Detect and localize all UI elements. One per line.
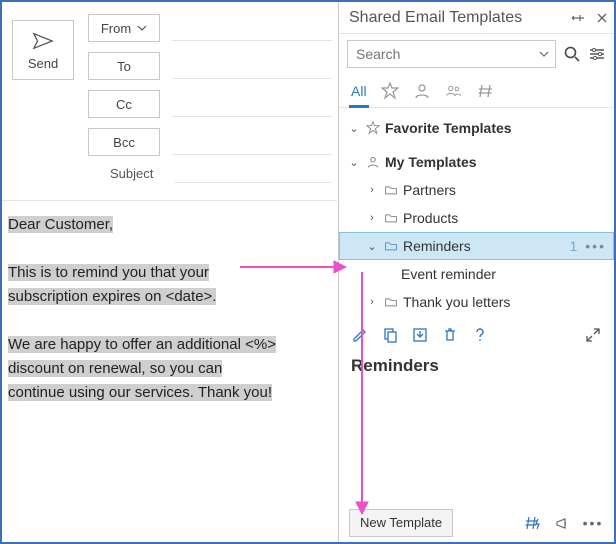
body-line: continue using our services. Thank you! <box>8 384 272 401</box>
star-icon <box>365 120 381 136</box>
subject-field-line <box>174 182 332 183</box>
to-button[interactable]: To <box>88 52 160 80</box>
detail-title: Reminders <box>339 350 614 378</box>
send-label: Send <box>28 56 58 71</box>
delete-icon[interactable] <box>439 324 461 346</box>
tab-all[interactable]: All <box>351 74 367 107</box>
panel-title: Shared Email Templates <box>339 9 566 27</box>
person-icon <box>365 154 381 170</box>
search-input[interactable] <box>354 45 539 63</box>
more-icon[interactable]: ••• <box>585 238 606 254</box>
send-button[interactable]: Send <box>12 20 74 80</box>
tree-label: Favorite Templates <box>385 120 606 136</box>
tree-thank-you[interactable]: › Thank you letters <box>339 288 614 316</box>
hash-bolt-icon[interactable] <box>522 512 544 534</box>
body-line: This is to remind you that your <box>8 264 209 281</box>
pin-icon[interactable] <box>566 6 590 30</box>
folder-icon <box>383 294 399 310</box>
tree-label: Partners <box>403 182 606 198</box>
body-line: Dear Customer, <box>8 216 113 233</box>
chevron-right-icon: › <box>365 212 379 224</box>
chevron-right-icon: › <box>365 184 379 196</box>
from-label: From <box>101 21 131 36</box>
compose-divider <box>2 200 337 201</box>
folder-icon <box>383 238 399 254</box>
folder-icon <box>383 182 399 198</box>
help-icon[interactable] <box>469 324 491 346</box>
more-icon[interactable]: ••• <box>582 512 604 534</box>
annotation-arrow-icon <box>352 270 372 516</box>
tree-label: Products <box>403 210 606 226</box>
tree-count: 1 <box>569 238 577 254</box>
tree-my-templates[interactable]: ⌄ My Templates <box>339 148 614 176</box>
chevron-down-icon <box>137 21 147 36</box>
chevron-down-icon: ⌄ <box>365 240 379 253</box>
to-field-line <box>172 78 332 79</box>
templates-panel: Shared Email Templates All <box>338 2 614 542</box>
tree-partners[interactable]: › Partners <box>339 176 614 204</box>
subject-label: Subject <box>110 166 153 181</box>
megaphone-icon[interactable] <box>552 512 574 534</box>
hash-icon <box>477 82 495 100</box>
bcc-button[interactable]: Bcc <box>88 128 160 156</box>
copy-icon[interactable] <box>379 324 401 346</box>
body-line: subscription expires on <date>. <box>8 288 216 305</box>
tab-personal[interactable] <box>413 74 431 107</box>
tree-event-reminder[interactable]: Event reminder <box>339 260 614 288</box>
chevron-down-icon: ⌄ <box>347 122 361 135</box>
tab-team[interactable] <box>445 74 463 107</box>
tree-label: Reminders <box>403 238 565 254</box>
annotation-arrow-icon <box>238 256 348 278</box>
cc-field-line <box>172 116 332 117</box>
people-icon <box>445 82 463 100</box>
search-input-wrapper <box>347 40 556 68</box>
cc-button[interactable]: Cc <box>88 90 160 118</box>
tab-tags[interactable] <box>477 74 495 107</box>
body-line: We are happy to offer an additional <%> <box>8 336 276 353</box>
body-line: discount on renewal, so you can <box>8 360 222 377</box>
filter-settings-icon[interactable] <box>587 41 606 67</box>
star-icon <box>381 82 399 100</box>
from-field-line <box>172 40 332 41</box>
from-button[interactable]: From <box>88 14 160 42</box>
tree-label: Event reminder <box>401 266 606 282</box>
tree-reminders[interactable]: ⌄ Reminders 1 ••• <box>339 232 614 260</box>
chevron-down-icon: ⌄ <box>347 156 361 169</box>
close-icon[interactable] <box>590 6 614 30</box>
templates-tree: ⌄ Favorite Templates ⌄ My Templates › Pa… <box>339 108 614 320</box>
folder-icon <box>383 210 399 226</box>
tree-products[interactable]: › Products <box>339 204 614 232</box>
tab-favorites[interactable] <box>381 74 399 107</box>
chevron-down-icon[interactable] <box>539 46 549 62</box>
bcc-field-line <box>172 154 332 155</box>
template-toolbar <box>339 320 614 350</box>
search-icon[interactable] <box>562 41 581 67</box>
import-icon[interactable] <box>409 324 431 346</box>
tree-favorites[interactable]: ⌄ Favorite Templates <box>339 114 614 142</box>
tree-label: Thank you letters <box>403 294 606 310</box>
expand-icon[interactable] <box>582 324 604 346</box>
send-icon <box>32 30 54 52</box>
tree-label: My Templates <box>385 154 606 170</box>
person-icon <box>413 82 431 100</box>
